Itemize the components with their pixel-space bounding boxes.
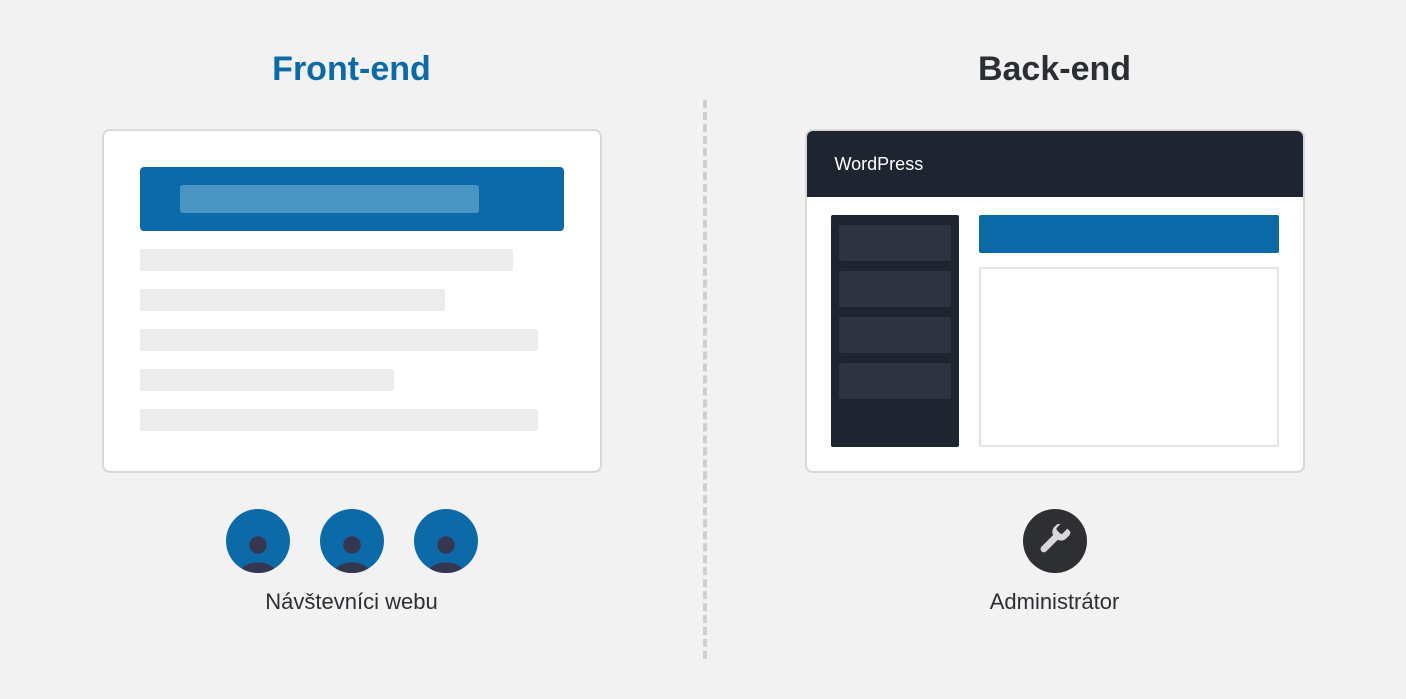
visitor-avatar [414,509,478,573]
frontend-title: Front-end [272,50,431,89]
backend-mock-main [979,215,1279,447]
visitor-avatar [226,509,290,573]
frontend-mock-line [140,289,445,311]
frontend-mock-header [140,167,564,231]
backend-mock-body [807,197,1303,471]
divider [703,100,707,659]
frontend-panel: Front-end Návšt [0,0,703,699]
backend-panel: Back-end WordPress Administrátor [703,0,1406,699]
backend-mock-sidebar-item [839,225,951,261]
person-icon [237,531,279,573]
visitors-avatars [226,509,478,573]
backend-mock-sidebar-item [839,317,951,353]
backend-mock-topbar: WordPress [807,131,1303,197]
backend-mock-sidebar [831,215,959,447]
backend-topbar-label: WordPress [835,154,924,175]
wrench-icon [1038,524,1072,558]
backend-mock-content-panel [979,267,1279,447]
visitor-avatar [320,509,384,573]
frontend-mock-window [102,129,602,473]
admin-caption: Administrátor [990,589,1120,615]
backend-mock-accent-bar [979,215,1279,253]
frontend-mock-header-bar [180,185,480,213]
frontend-mock-line [140,329,539,351]
backend-title: Back-end [978,50,1131,89]
frontend-mock-line [140,249,513,271]
backend-mock-sidebar-item [839,363,951,399]
admin-avatar [1023,509,1087,573]
backend-mock-sidebar-item [839,271,951,307]
backend-mock-window: WordPress [805,129,1305,473]
frontend-mock-line [140,409,539,431]
person-icon [331,531,373,573]
visitors-caption: Návštevníci webu [265,589,437,615]
person-icon [425,531,467,573]
frontend-mock-line [140,369,394,391]
